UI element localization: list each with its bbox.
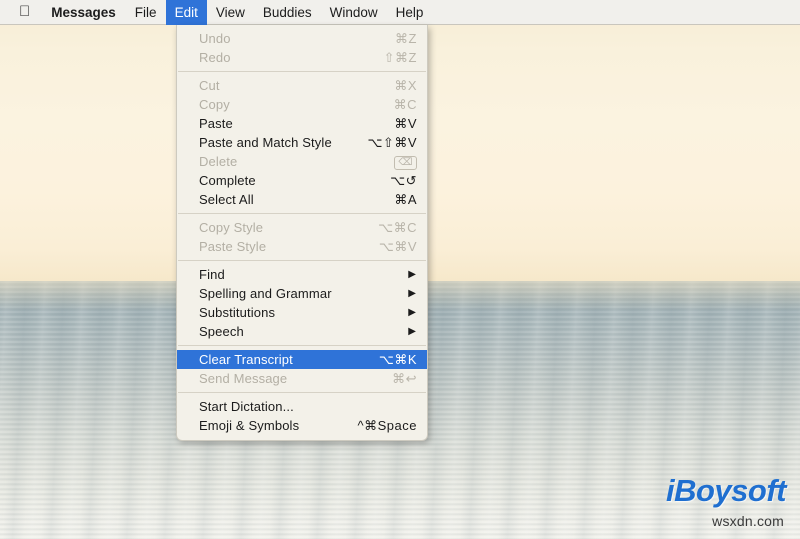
menu-item-cut: Cut ⌘X (177, 76, 427, 95)
menu-item-shortcut: ⌥↺ (390, 172, 417, 188)
menu-item-spelling-and-grammar[interactable]: Spelling and Grammar ▶ (177, 284, 427, 303)
menu-item-send-message: Send Message ⌘↩ (177, 369, 427, 388)
menu-item-paste-and-match-style[interactable]: Paste and Match Style ⌥⇧⌘V (177, 133, 427, 152)
menu-item-label: Cut (199, 78, 220, 93)
menu-item-redo: Redo ⇧⌘Z (177, 48, 427, 67)
menu-item-substitutions[interactable]: Substitutions ▶ (177, 303, 427, 322)
submenu-arrow-icon: ▶ (408, 306, 416, 318)
menu-item-label: Paste and Match Style (199, 135, 332, 150)
desktop-screen:  MessagesFileEditViewBuddiesWindowHelp … (0, 0, 800, 539)
menu-item-label: Find (199, 267, 225, 282)
menu-item-copy-style: Copy Style ⌥⌘C (177, 218, 427, 237)
menu-item-shortcut: ⌥⌘K (378, 351, 417, 367)
menu-item-start-dictation[interactable]: Start Dictation... (177, 397, 427, 416)
menu-item-shortcut: ⇧⌘Z (383, 49, 417, 65)
menu-item-label: Redo (199, 50, 231, 65)
watermark-site: wsxdn.com (712, 513, 784, 529)
menu-item-shortcut: ⌥⇧⌘V (367, 134, 417, 150)
menu-item-paste-style: Paste Style ⌥⌘V (177, 237, 427, 256)
menu-item-shortcut: ⌘↩ (392, 370, 417, 386)
edit-menu-body: Undo ⌘Z Redo ⇧⌘Z Cut ⌘X Copy ⌘C Paste ⌘V Paste and… (177, 29, 427, 435)
menu-item-shortcut: ⌫ (394, 153, 417, 170)
menu-item-paste[interactable]: Paste ⌘V (177, 114, 427, 133)
apple-logo-icon[interactable]:  (0, 0, 41, 25)
submenu-arrow-icon: ▶ (408, 268, 416, 280)
menu-item-find[interactable]: Find ▶ (177, 265, 427, 284)
menu-item-label: Paste (199, 116, 233, 131)
menubar-item-help[interactable]: Help (387, 0, 433, 25)
menu-separator (178, 213, 426, 214)
menu-item-shortcut: ⌥⌘C (378, 219, 417, 235)
menu-item-shortcut: ⌘V (394, 115, 417, 131)
menu-item-label: Delete (199, 154, 238, 169)
menu-separator (178, 260, 426, 261)
menu-item-complete[interactable]: Complete ⌥↺ (177, 171, 427, 190)
menu-item-label: Speech (199, 324, 244, 339)
submenu-arrow-icon: ▶ (408, 325, 416, 337)
menu-bar-items: Messages File Edit View Buddies Window Help (41, 0, 432, 25)
menu-item-label: Paste Style (199, 239, 267, 254)
watermark-brand: iBoysoft (666, 473, 787, 508)
macos-menu-bar:  MessagesFileEditViewBuddiesWindowHelp (0, 0, 800, 25)
submenu-arrow-icon: ▶ (408, 287, 416, 299)
menu-item-speech[interactable]: Speech ▶ (177, 322, 427, 341)
menubar-item-file[interactable]: File (126, 0, 166, 25)
edit-dropdown-menu: Undo ⌘Z Redo ⇧⌘Z Cut ⌘X Copy ⌘C Paste ⌘V Paste and… (176, 25, 428, 441)
menu-item-label: Complete (199, 173, 256, 188)
menu-item-emoji-symbols[interactable]: Emoji & Symbols ^⌘Space (177, 416, 427, 435)
menu-item-shortcut: ⌘A (394, 191, 417, 207)
delete-key-icon: ⌫ (394, 156, 417, 170)
menu-item-select-all[interactable]: Select All ⌘A (177, 190, 427, 209)
menu-item-label: Select All (199, 192, 254, 207)
menu-item-delete: Delete ⌫ (177, 152, 427, 171)
menu-item-label: Send Message (199, 371, 288, 386)
menu-separator (178, 345, 426, 346)
menu-item-label: Start Dictation... (199, 399, 294, 414)
menu-separator (178, 392, 426, 393)
menu-item-label: Substitutions (199, 305, 276, 320)
menubar-item-edit[interactable]: Edit (165, 0, 207, 25)
menu-item-label: Copy Style (199, 220, 264, 235)
menu-item-shortcut: ⌘Z (395, 30, 417, 46)
menu-item-label: Spelling and Grammar (199, 286, 332, 301)
menu-item-label: Undo (199, 31, 231, 46)
menu-item-label: Clear Transcript (199, 352, 293, 367)
menubar-item-buddies[interactable]: Buddies (254, 0, 321, 25)
menu-item-copy: Copy ⌘C (177, 95, 427, 114)
menu-separator (178, 71, 426, 72)
menu-item-label: Copy (199, 97, 230, 112)
menubar-item-messages[interactable]: Messages (41, 0, 126, 25)
menu-item-undo: Undo ⌘Z (177, 29, 427, 48)
menu-item-shortcut: ⌘C (393, 96, 417, 112)
menu-item-shortcut: ^⌘Space (357, 417, 417, 433)
menubar-item-view[interactable]: View (207, 0, 254, 25)
menu-item-label: Emoji & Symbols (199, 418, 300, 433)
menu-item-shortcut: ⌥⌘V (378, 238, 417, 254)
menubar-item-window[interactable]: Window (321, 0, 387, 25)
menu-item-clear-transcript[interactable]: Clear Transcript ⌥⌘K (177, 350, 427, 369)
menu-item-shortcut: ⌘X (394, 77, 417, 93)
